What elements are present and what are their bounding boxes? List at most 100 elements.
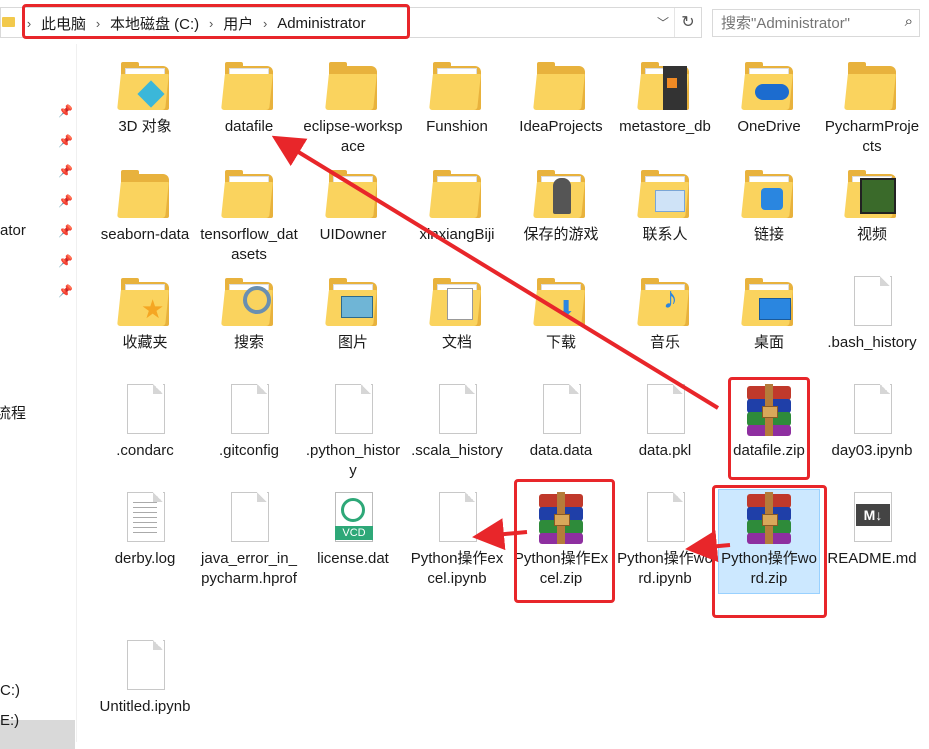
search-icon[interactable]: ⌕	[905, 13, 913, 30]
item-java-error-in-pycharm-hprof[interactable]: java_error_in_pycharm.hprof	[199, 490, 299, 589]
item-data-pkl[interactable]: data.pkl	[615, 382, 715, 461]
file-icon	[637, 490, 693, 546]
document-folder-icon	[429, 166, 485, 222]
item-label: license.dat	[317, 550, 389, 567]
folder-icon	[2, 17, 15, 27]
item-scala-history[interactable]: .scala_history	[407, 382, 507, 461]
pin-icon[interactable]: 📌	[58, 164, 73, 178]
item-ideaprojects[interactable]: IdeaProjects	[511, 58, 611, 137]
item-tensorflow-datasets[interactable]: tensorflow_datasets	[199, 166, 299, 265]
file-icon	[429, 490, 485, 546]
item-metastore-db[interactable]: metastore_db	[615, 58, 715, 137]
item-label: 收藏夹	[122, 334, 168, 351]
item-label: tensorflow_datasets	[200, 226, 298, 263]
pin-icon[interactable]: 📌	[58, 284, 73, 298]
item-day03-ipynb[interactable]: day03.ipynb	[822, 382, 922, 461]
item-label: data.data	[529, 442, 593, 459]
item-python操作word-ipynb[interactable]: Python操作word.ipynb	[615, 490, 715, 589]
item-eclipse-workspace[interactable]: eclipse-workspace	[303, 58, 403, 157]
item-保存的游戏[interactable]: 保存的游戏	[511, 166, 611, 245]
item-xinxiangbiji[interactable]: xinxiangBiji	[407, 166, 507, 245]
file-icon	[844, 274, 900, 330]
document-folder-icon	[429, 58, 485, 114]
pin-icon[interactable]: 📌	[58, 194, 73, 208]
item-python操作excel-ipynb[interactable]: Python操作excel.ipynb	[407, 490, 507, 589]
nav-item-administrator[interactable]: ator	[0, 222, 26, 239]
item-label: 链接	[753, 226, 784, 243]
item-收藏夹[interactable]: ★ 收藏夹	[95, 274, 195, 353]
pin-icon[interactable]: 📌	[58, 134, 73, 148]
music-icon: ♪	[637, 274, 693, 330]
item-桌面[interactable]: 桌面	[719, 274, 819, 353]
refresh-icon[interactable]: ↻	[674, 8, 701, 37]
item-label: derby.log	[114, 550, 176, 567]
item-文档[interactable]: 文档	[407, 274, 507, 353]
search-box[interactable]: ⌕	[712, 9, 920, 37]
item-label: OneDrive	[737, 118, 801, 135]
links-icon	[741, 166, 797, 222]
item-label: 视频	[856, 226, 887, 243]
pin-icon[interactable]: 📌	[58, 104, 73, 118]
nav-item-workflow[interactable]: 流程	[0, 402, 26, 423]
item-视频[interactable]: 视频	[822, 166, 922, 245]
item-onedrive[interactable]: OneDrive	[719, 58, 819, 137]
document-folder-icon	[325, 166, 381, 222]
markdown-file-icon: M↓	[844, 490, 900, 546]
item-funshion[interactable]: Funshion	[407, 58, 507, 137]
annotation-box-breadcrumb	[22, 4, 410, 39]
item-label: Python操作excel.ipynb	[410, 550, 504, 587]
item-3d-对象[interactable]: 3D 对象	[95, 58, 195, 137]
document-folder-icon	[221, 58, 277, 114]
item-condarc[interactable]: .condarc	[95, 382, 195, 461]
search-input[interactable]	[713, 10, 899, 36]
item-链接[interactable]: 链接	[719, 166, 819, 245]
folder-icon	[844, 58, 900, 114]
dark-folder-icon	[637, 58, 693, 114]
file-icon	[844, 382, 900, 438]
nav-item-drive-e[interactable]: E:)	[0, 712, 19, 729]
item-derby-log[interactable]: derby.log	[95, 490, 195, 569]
item-label: UIDowner	[319, 226, 387, 243]
item-label: java_error_in_pycharm.hprof	[201, 550, 297, 587]
item-license-dat[interactable]: VCD license.dat	[303, 490, 403, 569]
pictures-icon	[325, 274, 381, 330]
pin-icon[interactable]: 📌	[58, 254, 73, 268]
item-label: seaborn-data	[100, 226, 190, 243]
item-python-history[interactable]: .python_history	[303, 382, 403, 481]
item-label: IdeaProjects	[519, 118, 603, 135]
chevron-down-icon[interactable]: ﹀	[657, 14, 669, 31]
file-icon	[117, 382, 173, 438]
item-label: 3D 对象	[118, 118, 172, 135]
item-label: .scala_history	[411, 442, 503, 459]
item-label: xinxiangBiji	[419, 226, 495, 243]
item-untitled-ipynb[interactable]: Untitled.ipynb	[95, 638, 195, 717]
item-readme-md[interactable]: M↓ README.md	[822, 490, 922, 569]
item-搜索[interactable]: 搜索	[199, 274, 299, 353]
item-label: 图片	[337, 334, 368, 351]
file-icon	[221, 490, 277, 546]
item-bash-history[interactable]: .bash_history	[822, 274, 922, 353]
item-data-data[interactable]: data.data	[511, 382, 611, 461]
item-label: .condarc	[116, 442, 174, 459]
videos-icon	[844, 166, 900, 222]
item-联系人[interactable]: 联系人	[615, 166, 715, 245]
desktop-icon	[741, 274, 797, 330]
item-音乐[interactable]: ♪ 音乐	[615, 274, 715, 353]
folder-icon	[117, 166, 173, 222]
saved-games-icon	[533, 166, 589, 222]
annotation-box-datafile-zip	[728, 377, 810, 480]
item-uidowner[interactable]: UIDowner	[303, 166, 403, 245]
onedrive-icon	[741, 58, 797, 114]
item-图片[interactable]: 图片	[303, 274, 403, 353]
nav-item-drive-c[interactable]: C:)	[0, 682, 20, 699]
vcd-badge: VCD	[335, 526, 373, 540]
pin-icon[interactable]: 📌	[58, 224, 73, 238]
vcd-file-icon: VCD	[325, 490, 381, 546]
item-datafile[interactable]: datafile	[199, 58, 299, 137]
item-pycharmprojects[interactable]: PycharmProjects	[822, 58, 922, 157]
item-seaborn-data[interactable]: seaborn-data	[95, 166, 195, 245]
item-gitconfig[interactable]: .gitconfig	[199, 382, 299, 461]
file-icon	[429, 382, 485, 438]
item-label: eclipse-workspace	[303, 118, 403, 155]
item-下载[interactable]: ⬇ 下载	[511, 274, 611, 353]
